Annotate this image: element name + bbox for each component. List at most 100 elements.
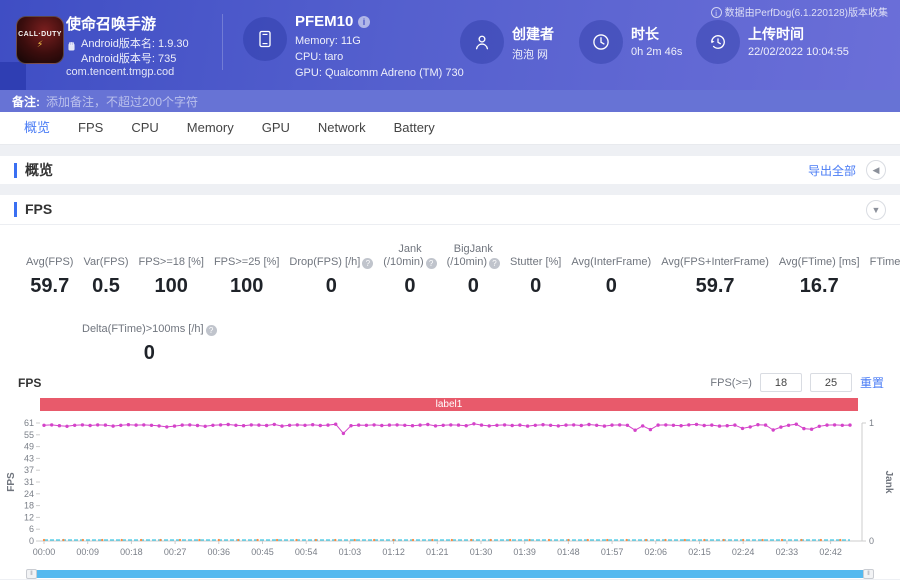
tab-FPS[interactable]: FPS xyxy=(64,112,117,144)
svg-text:02:42: 02:42 xyxy=(819,547,842,557)
overview-title: 概览 xyxy=(14,163,53,178)
app-icon-flash: ⚡ xyxy=(37,40,43,49)
svg-text:18: 18 xyxy=(24,501,34,511)
duration-label: 时长 xyxy=(631,24,659,44)
collapse-left-button[interactable]: ◀ xyxy=(866,160,886,180)
header-divider xyxy=(222,14,223,70)
scrollbar-right-handle[interactable]: ‖ xyxy=(863,569,874,579)
header: i数据由PerfDog(6.1.220128)版本收集 CALL·DUTY ⚡ … xyxy=(0,0,900,90)
tab-Network[interactable]: Network xyxy=(304,112,380,144)
metric-value: 59.7 xyxy=(26,275,73,298)
note-label: 备注: xyxy=(12,93,40,110)
fps-threshold-input-1[interactable] xyxy=(760,373,802,392)
metric-Jank: Jank(/10min)?0 xyxy=(383,241,436,298)
history-clock-icon xyxy=(708,32,728,52)
upload-time-value: 22/02/2022 10:04:55 xyxy=(748,46,849,58)
svg-text:49: 49 xyxy=(24,442,34,452)
clock-icon xyxy=(591,32,611,52)
metric-value: 0 xyxy=(571,275,651,298)
help-icon[interactable]: ? xyxy=(426,258,437,269)
collect-note: i数据由PerfDog(6.1.220128)版本收集 xyxy=(711,4,888,19)
fps-metrics-row2: Delta(FTime)>100ms [/h]?0 xyxy=(0,298,900,365)
svg-text:01:21: 01:21 xyxy=(426,547,449,557)
help-icon[interactable]: ? xyxy=(362,258,373,269)
reset-link[interactable]: 重置 xyxy=(860,374,884,391)
tab-概览[interactable]: 概览 xyxy=(10,112,64,144)
metric-Drop(FPS) [/h]: Drop(FPS) [/h]?0 xyxy=(289,241,373,298)
svg-text:1: 1 xyxy=(869,418,874,428)
svg-text:0: 0 xyxy=(869,536,874,546)
creator-icon-circle xyxy=(460,20,504,64)
metric-value: 0 xyxy=(383,275,436,298)
metric-value: 0 xyxy=(870,275,900,298)
tab-Battery[interactable]: Battery xyxy=(380,112,449,144)
export-all-link[interactable]: 导出全部 xyxy=(808,162,856,179)
android-version-code: Android版本号: 735 xyxy=(81,50,176,66)
collapse-down-button[interactable]: ▼ xyxy=(866,200,886,220)
note-placeholder: 添加备注，不超过200个字符 xyxy=(46,93,198,110)
fps-section: FPS ▼ Avg(FPS)59.7Var(FPS)0.5FPS>=18 [%]… xyxy=(0,195,900,579)
fps-chart-header: FPS FPS(>=) 重置 xyxy=(0,365,900,392)
scrollbar-left-handle[interactable]: ‖ xyxy=(26,569,37,579)
app-package: com.tencent.tmgp.cod xyxy=(66,66,174,78)
fps-section-title: FPS xyxy=(14,202,52,217)
chart-range-scrollbar[interactable]: ‖ ‖ xyxy=(26,569,874,579)
device-info-icon[interactable]: i xyxy=(358,16,370,28)
metric-value: 0 xyxy=(82,342,217,365)
fps-section-header: FPS ▼ xyxy=(0,195,900,225)
fps-threshold-input-2[interactable] xyxy=(810,373,852,392)
section-gap xyxy=(0,184,900,195)
metric-Avg(FPS+InterFrame): Avg(FPS+InterFrame)59.7 xyxy=(661,241,769,298)
creator-label: 创建者 xyxy=(512,24,554,44)
tab-GPU[interactable]: GPU xyxy=(248,112,304,144)
info-icon: i xyxy=(711,7,722,18)
metric-value: 100 xyxy=(214,275,279,298)
svg-text:00:36: 00:36 xyxy=(208,547,231,557)
metric-value: 0.5 xyxy=(83,275,128,298)
tab-bar: 概览FPSCPUMemoryGPUNetworkBattery xyxy=(0,112,900,145)
help-icon[interactable]: ? xyxy=(206,325,217,336)
svg-text:24: 24 xyxy=(24,489,34,499)
device-memory: Memory: 11G xyxy=(295,35,361,47)
svg-text:55: 55 xyxy=(24,430,34,440)
person-icon xyxy=(472,32,492,52)
fps-metrics-row: Avg(FPS)59.7Var(FPS)0.5FPS>=18 [%]100FPS… xyxy=(0,225,900,298)
upload-icon-circle xyxy=(696,20,740,64)
app-icon: CALL·DUTY ⚡ xyxy=(16,16,64,64)
svg-text:01:03: 01:03 xyxy=(339,547,362,557)
svg-text:00:27: 00:27 xyxy=(164,547,187,557)
tab-CPU[interactable]: CPU xyxy=(117,112,172,144)
svg-text:00:00: 00:00 xyxy=(33,547,56,557)
upload-time-label: 上传时间 xyxy=(748,24,804,44)
svg-text:00:45: 00:45 xyxy=(251,547,274,557)
svg-text:02:06: 02:06 xyxy=(645,547,668,557)
creator-value: 泡泡 网 xyxy=(512,46,548,62)
android-version-name: Android版本名: 1.9.30 xyxy=(81,35,189,51)
tab-Memory[interactable]: Memory xyxy=(173,112,248,144)
note-bar[interactable]: 备注: 添加备注，不超过200个字符 xyxy=(0,90,900,112)
scrollbar-track[interactable] xyxy=(32,570,868,578)
device-cpu: CPU: taro xyxy=(295,51,343,63)
svg-text:61: 61 xyxy=(24,418,34,428)
fps-line-chart[interactable]: 0612182431374349556101FPSJank00:0000:090… xyxy=(0,411,900,569)
android-icon xyxy=(66,41,77,52)
device-model: PFEM10 xyxy=(295,13,353,30)
metric-Stutter [%]: Stutter [%]0 xyxy=(510,241,561,298)
app-name: 使命召唤手游 xyxy=(66,13,156,34)
section-gap xyxy=(0,145,900,156)
overview-section-header: 概览 导出全部 ◀ xyxy=(0,156,900,184)
help-icon[interactable]: ? xyxy=(489,258,500,269)
metric-value: 0 xyxy=(447,275,500,298)
svg-text:FPS: FPS xyxy=(6,472,17,492)
metric-FPS>=18 [%]: FPS>=18 [%]100 xyxy=(139,241,204,298)
metric-BigJank: BigJank(/10min)?0 xyxy=(447,241,500,298)
metric-FPS>=25 [%]: FPS>=25 [%]100 xyxy=(214,241,279,298)
svg-text:0: 0 xyxy=(29,536,34,546)
metric-value: 100 xyxy=(139,275,204,298)
metric-Avg(FTime) [ms]: Avg(FTime) [ms]16.7 xyxy=(779,241,860,298)
duration-icon-circle xyxy=(579,20,623,64)
svg-text:31: 31 xyxy=(24,477,34,487)
svg-text:01:57: 01:57 xyxy=(601,547,624,557)
device-gpu: GPU: Qualcomm Adreno (TM) 730 xyxy=(295,67,464,79)
metric-Avg(InterFrame): Avg(InterFrame)0 xyxy=(571,241,651,298)
